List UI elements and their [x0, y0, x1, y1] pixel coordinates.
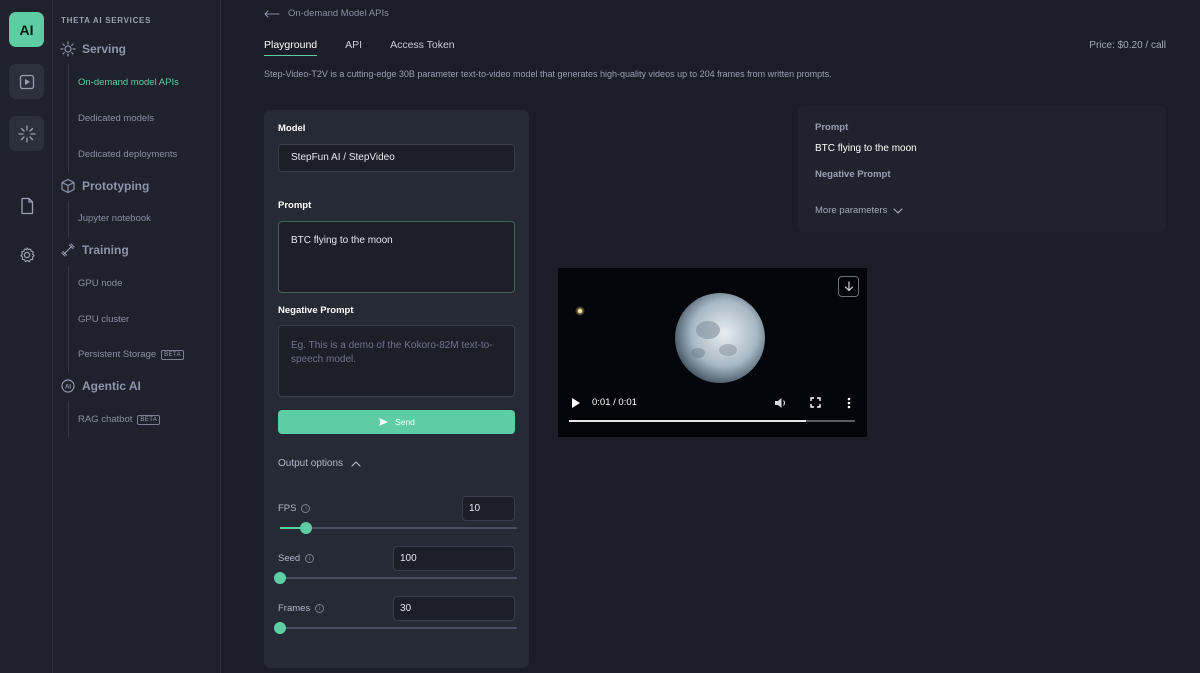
frames-slider-thumb[interactable] [274, 622, 286, 634]
sidebar-section-prototyping[interactable]: Prototyping [60, 178, 149, 194]
fps-label-text: FPS [278, 503, 297, 514]
icon-rail: AI [0, 0, 53, 673]
document-icon[interactable] [9, 188, 44, 223]
negative-prompt-label: Negative Prompt [278, 305, 354, 316]
video-progress-bar[interactable] [569, 420, 855, 422]
playground-form: Model StepFun AI / StepVideo Prompt BTC … [264, 110, 529, 668]
fps-slider[interactable] [280, 522, 517, 534]
send-button[interactable]: Send [278, 410, 515, 434]
tab-access-token[interactable]: Access Token [390, 39, 455, 56]
chevron-up-icon [351, 460, 361, 467]
sidebar-title: THETA AI SERVICES [61, 16, 152, 25]
svg-text:AI: AI [65, 384, 71, 390]
gear-icon[interactable] [9, 237, 44, 272]
agentic-ai-label: Agentic AI [82, 379, 141, 393]
model-select[interactable]: StepFun AI / StepVideo [278, 144, 515, 172]
output-options-toggle[interactable]: Output options [278, 458, 361, 469]
sidebar-item-dedicated-deployments[interactable]: Dedicated deployments [78, 149, 177, 160]
negative-prompt-textarea[interactable]: Eg. This is a demo of the Kokoro-82M tex… [278, 325, 515, 397]
more-parameters-label: More parameters [815, 205, 888, 216]
cube-icon [61, 178, 75, 194]
seed-label: Seed i [278, 553, 315, 564]
fps-label: FPS i [278, 503, 311, 514]
persistent-storage-label: Persistent Storage [78, 349, 157, 360]
back-link[interactable]: On-demand Model APIs [264, 8, 389, 19]
sidebar-item-on-demand-model-apis[interactable]: On-demand model APIs [78, 77, 179, 88]
beta-badge: BETA [137, 414, 161, 425]
beta-badge: BETA [161, 349, 184, 360]
info-icon[interactable]: i [315, 604, 325, 613]
frames-label-text: Frames [278, 603, 311, 614]
serving-label: Serving [82, 42, 127, 56]
model-description: Step-Video-T2V is a cutting-edge 30B par… [264, 69, 832, 79]
frames-input[interactable]: 30 [393, 596, 515, 621]
tab-playground[interactable]: Playground [264, 39, 318, 56]
seed-label-text: Seed [278, 553, 301, 564]
video-progress-fill [569, 420, 807, 422]
prototyping-label: Prototyping [82, 179, 150, 193]
sidebar-item-jupyter-notebook[interactable]: Jupyter notebook [78, 213, 151, 224]
model-label: Model [278, 123, 306, 134]
price-label: Price: $0.20 / call [1089, 40, 1166, 51]
summary-prompt-value: BTC flying to the moon [815, 143, 917, 154]
summary-negative-label: Negative Prompt [815, 169, 891, 180]
spark-icon[interactable] [9, 116, 44, 151]
sidebar-item-persistent-storage[interactable]: Persistent Storage BETA [78, 349, 184, 360]
sidebar-item-rag-chatbot[interactable]: RAG chatbot BETA [78, 414, 161, 425]
volume-icon[interactable] [774, 397, 787, 409]
more-parameters-toggle[interactable]: More parameters [815, 205, 903, 216]
info-icon[interactable]: i [301, 504, 311, 513]
prototyping-divider [68, 201, 69, 237]
chevron-down-icon [893, 207, 903, 214]
back-label: On-demand Model APIs [288, 8, 389, 19]
sidebar-item-dedicated-models[interactable]: Dedicated models [78, 113, 154, 124]
sidebar-section-training[interactable]: Training [60, 242, 129, 258]
tab-api[interactable]: API [345, 39, 362, 56]
tab-bar: Playground API Access Token [264, 39, 483, 56]
seed-slider-thumb[interactable] [274, 572, 286, 584]
fps-slider-thumb[interactable] [300, 522, 313, 534]
agentic-divider [68, 401, 69, 437]
summary-prompt-label: Prompt [815, 122, 849, 133]
send-label: Send [395, 417, 415, 427]
sidebar-item-gpu-node[interactable]: GPU node [78, 278, 122, 289]
frames-slider[interactable] [274, 622, 517, 634]
training-divider [68, 266, 69, 372]
training-label: Training [82, 243, 129, 257]
more-vertical-icon[interactable] [847, 397, 851, 409]
prompt-label: Prompt [278, 200, 312, 211]
sidebar: THETA AI SERVICES Serving On-demand mode… [53, 0, 221, 673]
video-time: 0:01 / 0:01 [592, 397, 637, 408]
fullscreen-icon[interactable] [810, 397, 821, 408]
request-summary: Prompt BTC flying to the moon Negative P… [798, 106, 1166, 232]
agentic-ai-icon: AI [61, 379, 75, 393]
seed-slider[interactable] [274, 572, 517, 584]
download-button[interactable] [838, 276, 859, 297]
send-icon [379, 418, 389, 426]
serving-icon [60, 41, 76, 57]
sidebar-item-gpu-cluster[interactable]: GPU cluster [78, 314, 129, 325]
ai-services-button[interactable]: AI [9, 12, 44, 47]
prompt-textarea[interactable]: BTC flying to the moon [278, 221, 515, 293]
sidebar-section-agentic-ai[interactable]: AI Agentic AI [60, 378, 141, 394]
serving-divider [68, 64, 69, 172]
video-frame [575, 293, 765, 383]
info-icon[interactable]: i [305, 554, 315, 563]
seed-input[interactable]: 100 [393, 546, 515, 571]
dumbbell-icon [61, 243, 75, 257]
download-icon [844, 281, 853, 292]
frames-label: Frames i [278, 603, 325, 614]
sidebar-section-serving[interactable]: Serving [60, 41, 126, 57]
video-icon[interactable] [9, 64, 44, 99]
video-player[interactable]: 0:01 / 0:01 [558, 268, 867, 437]
arrow-left-icon [264, 9, 280, 18]
output-options-label: Output options [278, 458, 344, 469]
fps-input[interactable]: 10 [462, 496, 515, 521]
rag-chatbot-label: RAG chatbot [78, 414, 133, 425]
ai-label: AI [19, 21, 34, 38]
play-icon[interactable] [571, 397, 581, 409]
